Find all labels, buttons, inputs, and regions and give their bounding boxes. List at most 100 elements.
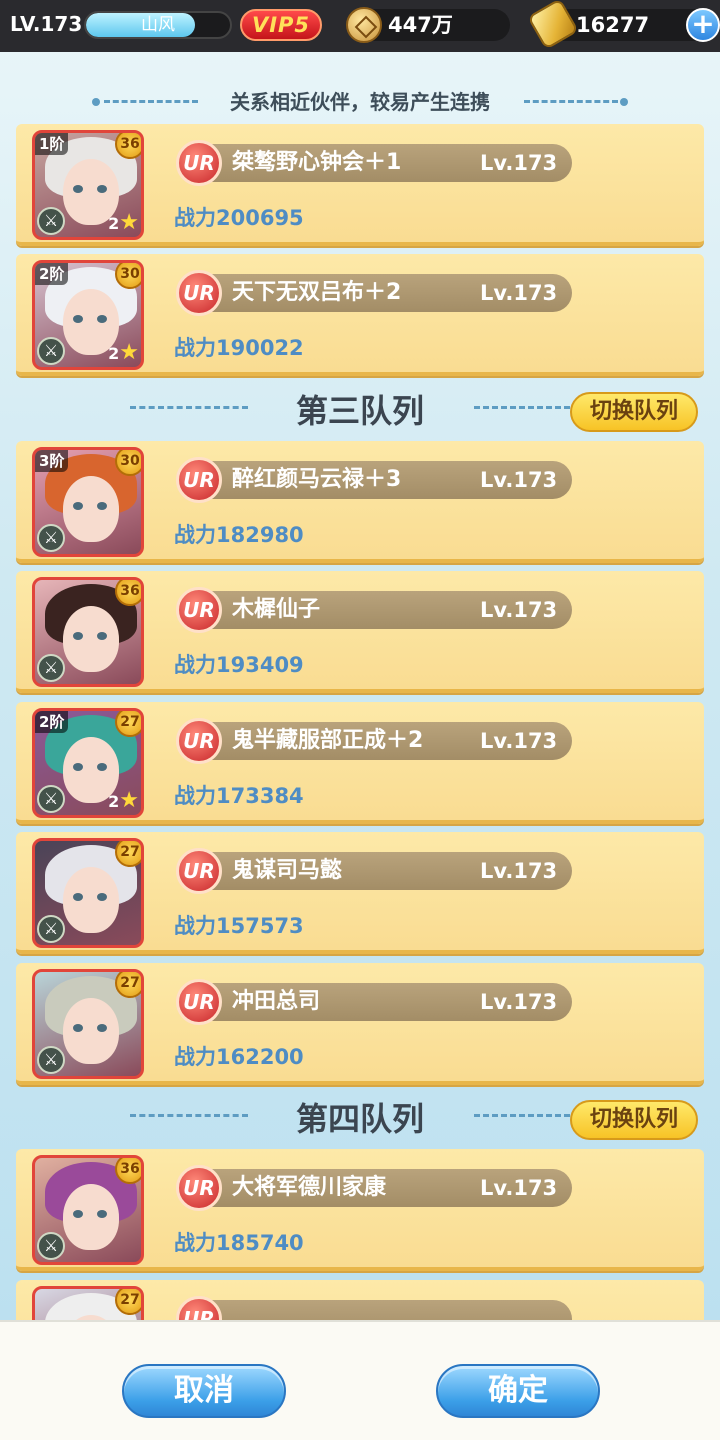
star-count: 2 bbox=[108, 214, 120, 233]
hero-portrait: 2阶 27 ⚔ 2★ bbox=[32, 708, 144, 818]
star-icon: ★ bbox=[119, 788, 139, 813]
hero-face bbox=[63, 1184, 119, 1250]
level-badge: 36 bbox=[115, 580, 141, 606]
stage-badge: 3阶 bbox=[35, 450, 69, 472]
hero-portrait: 3阶 30 ⚔ bbox=[32, 447, 144, 557]
hero-list[interactable]: 关系相近伙伴，较易产生连携 第三队列 切换队列 第四队列 切换队列 1阶 36 … bbox=[0, 52, 720, 1320]
hero-eye bbox=[97, 315, 107, 323]
rarity-badge: UR bbox=[176, 1296, 222, 1320]
partner-hint-text: 关系相近伙伴，较易产生连携 bbox=[230, 90, 490, 114]
hero-eye bbox=[73, 1024, 83, 1032]
hero-name: 桀骜野心钟会＋1 bbox=[232, 150, 402, 175]
star-icon: ★ bbox=[119, 210, 139, 235]
rarity-badge: UR bbox=[176, 1165, 222, 1211]
divider-dash bbox=[104, 100, 198, 103]
class-icon: ⚔ bbox=[37, 337, 65, 365]
hero-name: 鬼半藏服部正成＋2 bbox=[232, 728, 424, 753]
hero-name: 冲田总司 bbox=[232, 989, 321, 1014]
hero-eye bbox=[97, 1210, 107, 1218]
divider-dash bbox=[474, 406, 570, 409]
star-rank: 2★ bbox=[108, 340, 139, 365]
level-badge: 27 bbox=[115, 711, 141, 737]
level-badge: 27 bbox=[115, 1289, 141, 1315]
star-count: 2 bbox=[108, 344, 120, 363]
hero-card[interactable]: 36 ⚔ UR 木樨仙子 Lv.173 战力193409 bbox=[16, 571, 704, 693]
hero-power: 战力173384 bbox=[174, 784, 304, 808]
level-badge: 27 bbox=[115, 972, 141, 998]
hero-portrait: 27 ⚔ bbox=[32, 969, 144, 1079]
hero-eye bbox=[97, 1024, 107, 1032]
coin-counter: 447万 bbox=[346, 7, 510, 43]
hero-eye bbox=[73, 763, 83, 771]
coin-amount: 447万 bbox=[388, 13, 453, 37]
switch-queue-button-third[interactable]: 切换队列 bbox=[570, 392, 698, 432]
hero-face bbox=[63, 476, 119, 542]
level-badge: 30 bbox=[115, 263, 141, 289]
hero-card[interactable]: 27 ⚔ UR 冲田总司 Lv.173 战力162200 bbox=[16, 963, 704, 1085]
hero-name-pill: UR 木樨仙子 Lv.173 bbox=[176, 587, 572, 633]
hero-level: Lv.173 bbox=[480, 990, 558, 1014]
hero-card[interactable]: 3阶 30 ⚔ UR 醉红颜马云禄＋3 Lv.173 战力182980 bbox=[16, 441, 704, 563]
rarity-badge: UR bbox=[176, 718, 222, 764]
gold-ingot-icon bbox=[527, 0, 579, 50]
confirm-button[interactable]: 确定 bbox=[436, 1364, 600, 1418]
divider-dash bbox=[524, 100, 618, 103]
divider-dash bbox=[474, 1114, 570, 1117]
hero-power: 战力185740 bbox=[174, 1231, 304, 1255]
hero-eye bbox=[73, 185, 83, 193]
bottom-action-bar: 取消 确定 bbox=[0, 1320, 720, 1440]
star-rank: 2★ bbox=[108, 210, 139, 235]
player-name: 山风 bbox=[141, 15, 175, 35]
hero-level: Lv.173 bbox=[480, 1176, 558, 1200]
hero-name-pill: UR 大将军德川家康 Lv.173 bbox=[176, 1165, 572, 1211]
switch-queue-button-fourth[interactable]: 切换队列 bbox=[570, 1100, 698, 1140]
stage-badge: 2阶 bbox=[35, 711, 69, 733]
hero-name: 鬼谋司马懿 bbox=[232, 858, 343, 883]
hero-eye bbox=[97, 763, 107, 771]
exp-bar: 山风 bbox=[84, 11, 232, 39]
hero-portrait: 1阶 36 ⚔ 2★ bbox=[32, 130, 144, 240]
star-rank: 2★ bbox=[108, 788, 139, 813]
hero-eye bbox=[73, 315, 83, 323]
hero-name-pill: UR 鬼谋司马懿 Lv.173 bbox=[176, 848, 572, 894]
hero-name: 木樨仙子 bbox=[232, 597, 321, 622]
hero-name: 醉红颜马云禄＋3 bbox=[232, 467, 402, 492]
hero-level: Lv.173 bbox=[480, 598, 558, 622]
vip-badge[interactable]: VIP5 bbox=[240, 9, 322, 41]
hero-card[interactable]: 2阶 27 ⚔ 2★ UR 鬼半藏服部正成＋2 Lv.173 战力173384 bbox=[16, 702, 704, 824]
hero-card[interactable]: 1阶 36 ⚔ 2★ UR 桀骜野心钟会＋1 Lv.173 战力200695 bbox=[16, 124, 704, 246]
hero-level: Lv.173 bbox=[480, 859, 558, 883]
rarity-badge: UR bbox=[176, 848, 222, 894]
section-title-third: 第三队列 bbox=[295, 392, 424, 430]
hero-name: 天下无双吕布＋2 bbox=[232, 280, 402, 305]
hero-eye bbox=[73, 1210, 83, 1218]
hero-level: Lv.173 bbox=[480, 281, 558, 305]
hero-card[interactable]: 27 ⚔ UR bbox=[16, 1280, 704, 1320]
hero-eye bbox=[73, 632, 83, 640]
stage-badge: 2阶 bbox=[35, 263, 69, 285]
level-badge: 36 bbox=[115, 1158, 141, 1184]
hero-name-pill: UR 鬼半藏服部正成＋2 Lv.173 bbox=[176, 718, 572, 764]
hero-card[interactable]: 36 ⚔ UR 大将军德川家康 Lv.173 战力185740 bbox=[16, 1149, 704, 1271]
level-badge: 36 bbox=[115, 133, 141, 159]
hero-power: 战力162200 bbox=[174, 1045, 304, 1069]
plus-icon[interactable]: + bbox=[686, 8, 720, 42]
hero-power: 战力193409 bbox=[174, 653, 304, 677]
hero-power: 战力182980 bbox=[174, 523, 304, 547]
class-icon: ⚔ bbox=[37, 915, 65, 943]
divider-dash bbox=[130, 1114, 248, 1117]
star-icon: ★ bbox=[119, 340, 139, 365]
hero-card[interactable]: 27 ⚔ UR 鬼谋司马懿 Lv.173 战力157573 bbox=[16, 832, 704, 954]
coin-icon bbox=[346, 7, 382, 43]
hero-portrait: 27 ⚔ bbox=[32, 1286, 144, 1320]
hero-card[interactable]: 2阶 30 ⚔ 2★ UR 天下无双吕布＋2 Lv.173 战力190022 bbox=[16, 254, 704, 376]
hero-face bbox=[63, 998, 119, 1064]
divider-dot bbox=[92, 98, 100, 106]
hero-eye bbox=[73, 893, 83, 901]
hero-power: 战力190022 bbox=[174, 336, 304, 360]
class-icon: ⚔ bbox=[37, 654, 65, 682]
hero-portrait: 27 ⚔ bbox=[32, 838, 144, 948]
hero-power: 战力157573 bbox=[174, 914, 304, 938]
cancel-button[interactable]: 取消 bbox=[122, 1364, 286, 1418]
hero-name-pill: UR bbox=[176, 1296, 572, 1320]
